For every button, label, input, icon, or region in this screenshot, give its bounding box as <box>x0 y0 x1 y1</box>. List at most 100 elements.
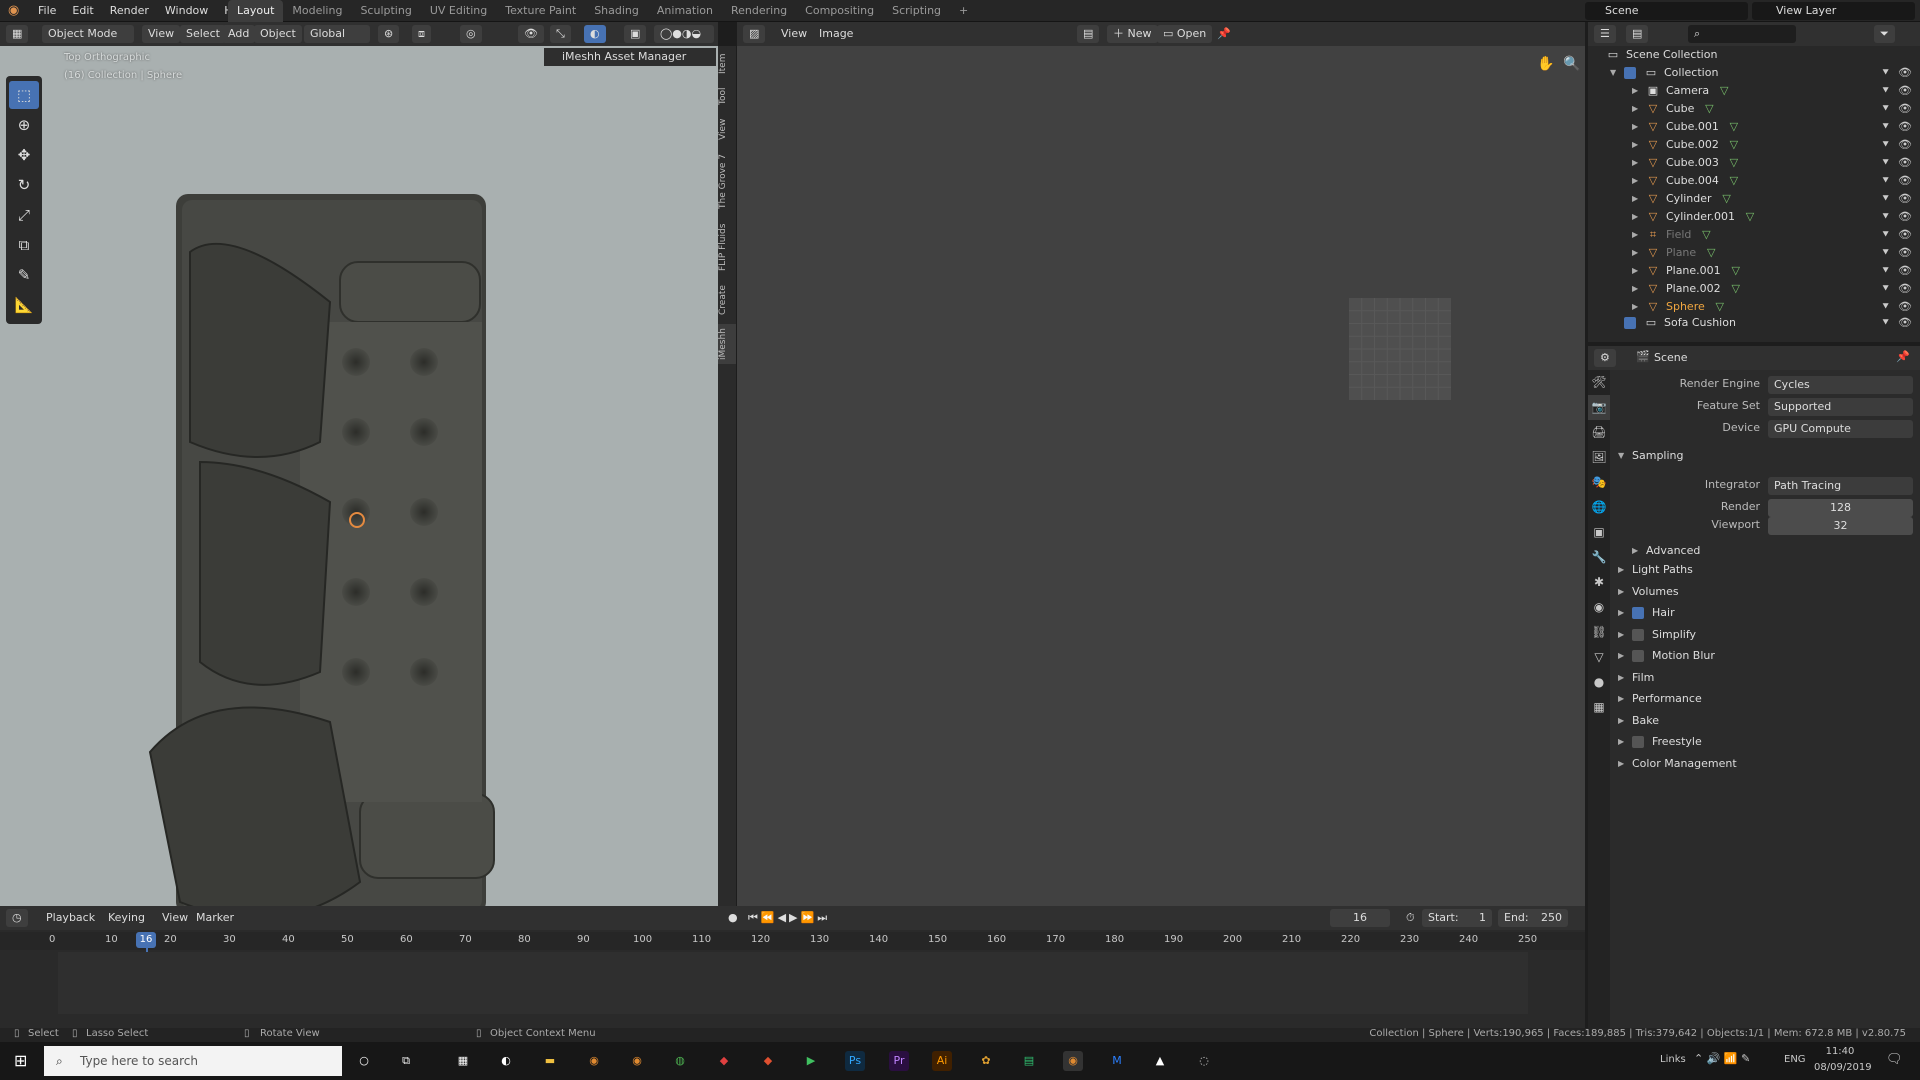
panel-hair[interactable]: ▶ Hair <box>1618 603 1675 623</box>
image-open-button[interactable]: ▭ Open <box>1157 25 1213 43</box>
mesh-data-icon[interactable]: ▽ <box>1743 210 1757 224</box>
world-tab-icon[interactable]: 🌐 <box>1588 495 1610 520</box>
viewport-menu-select[interactable]: Select <box>180 25 226 43</box>
mesh-data-icon[interactable]: ▽ <box>1713 300 1727 314</box>
tab-animation[interactable]: Animation <box>648 0 722 22</box>
tab-uv-editing[interactable]: UV Editing <box>421 0 496 22</box>
file-explorer-icon[interactable]: ▬ <box>540 1051 560 1071</box>
selectable-arrow-icon[interactable]: ⯆ <box>1881 102 1890 116</box>
photos-icon[interactable]: ▲ <box>1150 1051 1170 1071</box>
xray-icon[interactable]: ▣ <box>624 25 647 43</box>
eye-icon[interactable]: 👁 <box>1898 264 1912 278</box>
selectable-arrow-icon[interactable]: ⯆ <box>1881 210 1890 224</box>
feature-set-select[interactable]: Supported <box>1768 398 1913 416</box>
collapsed-arrow-icon[interactable]: ▶ <box>1632 172 1646 190</box>
windows-start-icon[interactable]: ⊞ <box>14 1051 27 1070</box>
particles-tab-icon[interactable]: ✱ <box>1588 570 1610 595</box>
pin-icon[interactable]: 📌 <box>1211 25 1237 43</box>
collapsed-arrow-icon[interactable]: ▶ <box>1632 100 1646 118</box>
viewport-menu-add[interactable]: Add <box>222 25 256 43</box>
tray-icons[interactable]: ⌃ 🔊 📶 ✎ <box>1694 1052 1750 1065</box>
eye-icon[interactable]: 👁 <box>1898 210 1912 224</box>
scale-tool-icon[interactable]: ⤢ <box>9 201 39 229</box>
sidebar-tab-create[interactable]: Create <box>718 280 736 320</box>
current-frame-indicator[interactable]: 16 <box>136 932 156 948</box>
outliner-item-cube-001[interactable]: ▶ ▽ Cube.001 ▽ <box>1632 118 1747 136</box>
move-tool-icon[interactable]: ✥ <box>9 141 39 169</box>
sidebar-tab-flip-fluids[interactable]: FLIP Fluids <box>718 218 736 276</box>
object-tab-icon[interactable]: ▣ <box>1588 520 1610 545</box>
eye-icon[interactable]: 👁 <box>1898 228 1912 242</box>
panel-motion-blur[interactable]: ▶ Motion Blur <box>1618 646 1715 666</box>
collapsed-arrow-icon[interactable]: ▶ <box>1632 226 1646 244</box>
clock-time[interactable]: 11:40 <box>1818 1046 1862 1057</box>
mesh-data-icon[interactable]: ▽ <box>1729 282 1743 296</box>
selectable-arrow-icon[interactable]: ⯆ <box>1881 84 1890 98</box>
render-samples-field[interactable]: 128 <box>1768 499 1913 517</box>
image-new-button[interactable]: ＋ New <box>1107 25 1158 43</box>
panel-checkbox[interactable] <box>1632 736 1644 748</box>
cursor-tool-icon[interactable]: ⊕ <box>9 111 39 139</box>
panel-simplify[interactable]: ▶ Simplify <box>1618 625 1696 645</box>
tab-modeling[interactable]: Modeling <box>283 0 351 22</box>
mesh-data-icon[interactable]: ▽ <box>1702 102 1716 116</box>
pin-icon[interactable]: 📌 <box>1896 350 1910 363</box>
outliner-item-cube-004[interactable]: ▶ ▽ Cube.004 ▽ <box>1632 172 1747 190</box>
scene-selector[interactable]: Scene <box>1585 2 1748 20</box>
view-layer-selector[interactable]: View Layer <box>1752 2 1915 20</box>
record-icon[interactable]: ● <box>722 909 744 927</box>
editor-type-icon[interactable]: ▦ <box>6 25 29 43</box>
selectable-arrow-icon[interactable]: ⯆ <box>1881 264 1890 278</box>
palette-app-icon[interactable]: ✿ <box>976 1051 996 1071</box>
zoom-icon[interactable]: 🔍 <box>1563 56 1580 72</box>
transform-orientation[interactable]: Global <box>304 25 370 43</box>
image-editor-type-icon[interactable]: ▨ <box>743 25 766 43</box>
panel-checkbox[interactable] <box>1632 607 1644 619</box>
selectable-arrow-icon[interactable]: ⯆ <box>1881 228 1890 242</box>
timeline-menu-keying[interactable]: Keying <box>102 909 151 927</box>
play-app-icon[interactable]: ▶ <box>801 1051 821 1071</box>
outliner-search-icon[interactable]: ⌕ <box>1688 25 1796 43</box>
collapsed-arrow-icon[interactable]: ▶ <box>1632 82 1646 100</box>
tab-compositing[interactable]: Compositing <box>796 0 883 22</box>
sofa-cushion-row[interactable]: ▭ Sofa Cushion <box>1624 314 1736 332</box>
tab-scripting[interactable]: Scripting <box>883 0 950 22</box>
outliner-item-cylinder-001[interactable]: ▶ ▽ Cylinder.001 ▽ <box>1632 208 1763 226</box>
selectable-arrow-icon[interactable]: ⯆ <box>1881 316 1890 330</box>
eye-icon[interactable]: 👁 <box>1898 192 1912 206</box>
tab-layout[interactable]: Layout <box>228 0 284 22</box>
app-blue-icon[interactable]: M <box>1107 1051 1127 1071</box>
language-indicator[interactable]: ENG <box>1784 1054 1806 1065</box>
timeline-menu-playback[interactable]: Playback <box>40 909 101 927</box>
mesh-data-icon[interactable]: ▽ <box>1729 264 1743 278</box>
pan-hand-icon[interactable]: ✋ <box>1537 56 1554 72</box>
links-toolbar[interactable]: Links <box>1660 1054 1686 1065</box>
task-view-icon[interactable]: ⧉ <box>396 1051 416 1071</box>
calculator-icon[interactable]: ▦ <box>453 1051 473 1071</box>
mesh-data-icon[interactable]: ▽ <box>1727 120 1741 134</box>
data-tab-icon[interactable]: ▽ <box>1588 645 1610 670</box>
mesh-data-icon[interactable]: ▽ <box>1720 192 1734 206</box>
menu-window[interactable]: Window <box>157 0 216 22</box>
collapsed-arrow-icon[interactable]: ▶ <box>1632 118 1646 136</box>
selectable-arrow-icon[interactable]: ⯆ <box>1881 120 1890 134</box>
blender-active-icon[interactable]: ◉ <box>1063 1051 1083 1071</box>
viewport-menu-object[interactable]: Object <box>254 25 302 43</box>
view-object-types-icon[interactable]: 👁 <box>518 25 544 43</box>
timeline-type-icon[interactable]: ◷ <box>6 909 28 927</box>
blender-logo-icon[interactable]: ◉ <box>8 3 24 19</box>
image-menu-image[interactable]: Image <box>813 25 859 43</box>
sidebar-tab-view[interactable]: View <box>718 114 736 144</box>
sidebar-tab-tool[interactable]: Tool <box>718 82 736 110</box>
viewport-samples-field[interactable]: 32 <box>1768 517 1913 535</box>
material-tab-icon[interactable]: ● <box>1588 670 1610 695</box>
blender-app-2-icon[interactable]: ◉ <box>627 1051 647 1071</box>
selectable-arrow-icon[interactable]: ⯆ <box>1881 66 1890 80</box>
eye-icon[interactable]: 👁 <box>1898 174 1912 188</box>
collapsed-arrow-icon[interactable]: ▶ <box>1632 136 1646 154</box>
panel-color-management[interactable]: ▶ Color Management <box>1618 754 1737 774</box>
outliner-item-cube[interactable]: ▶ ▽ Cube ▽ <box>1632 100 1722 118</box>
image-editor[interactable]: ✋ 🔍 <box>737 22 1585 906</box>
panel-light-paths[interactable]: ▶ Light Paths <box>1618 560 1693 580</box>
start-frame-field[interactable]: Start: 1 <box>1422 909 1492 927</box>
